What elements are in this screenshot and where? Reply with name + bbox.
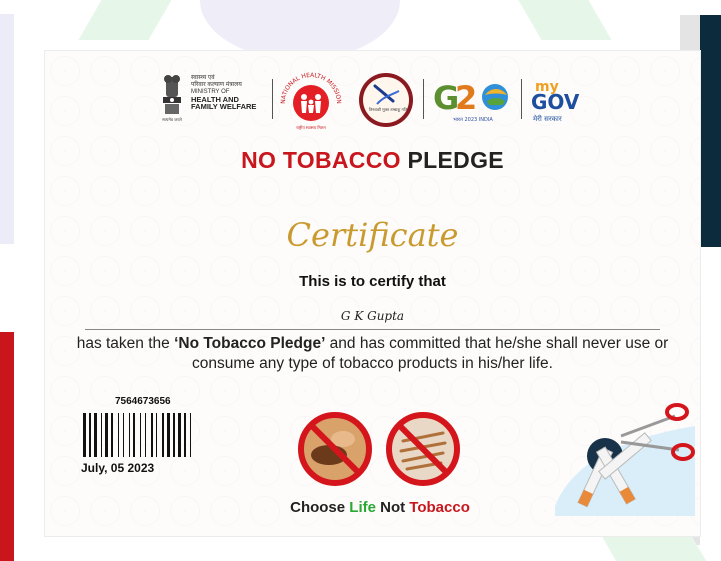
- certificate-number: 7564673656: [115, 396, 171, 407]
- background-panel-left: [0, 14, 14, 244]
- recipient-name: G K Gupta: [340, 309, 405, 323]
- ministry-text: स्वास्थ्य एवं परिवार कल्याण मंत्रालय MIN…: [191, 75, 267, 110]
- mygov-logo-icon: my GOV मेरी सरकार: [531, 79, 580, 123]
- divider: [423, 79, 424, 119]
- tagline-word: Choose: [290, 499, 350, 516]
- no-tobacco-circle-icon: तिरुवकौ मुक्त तम्बाकू गति: [359, 73, 413, 127]
- pledge-text-part1: has taken the: [76, 335, 175, 352]
- g20-logo-icon: G 2 भारत 2023 INDIA: [433, 79, 508, 123]
- background-stripe: [78, 0, 172, 40]
- title-dark: PLEDGE: [407, 147, 504, 173]
- tagline-word: Not: [375, 499, 410, 516]
- nhm-caption: राष्ट्रीय स्वास्थ्य मिशन: [296, 125, 326, 130]
- name-underline: [85, 329, 660, 330]
- certificate-heading: Certificate: [286, 216, 459, 254]
- no-cigarettes-icon: [386, 412, 460, 486]
- ministry-line: FAMILY WELFARE: [191, 102, 257, 111]
- tagline-tobacco: Tobacco: [409, 499, 470, 516]
- page-title: NO TOBACCO PLEDGE: [45, 147, 700, 174]
- divider: [272, 79, 273, 119]
- g20-caption: भारत 2023 INDIA: [453, 117, 493, 123]
- divider: [521, 79, 522, 119]
- ashoka-emblem-icon: सत्यमेव जयते: [162, 75, 183, 122]
- tagline: Choose Life Not Tobacco: [245, 499, 515, 516]
- background-red-bar: [0, 332, 14, 561]
- pledge-statement: has taken the ‘No Tobacco Pledge’ and ha…: [65, 334, 680, 374]
- ministry-line: स्वास्थ्य एवं: [191, 75, 215, 81]
- broken-cigarettes-scissors-icon: [555, 403, 695, 516]
- tagline-life: Life: [349, 499, 376, 516]
- ministry-line: परिवार कल्याण मंत्रालय: [191, 82, 242, 88]
- pledge-name: ‘No Tobacco Pledge’: [174, 335, 326, 352]
- issue-date: July, 05 2023: [81, 461, 155, 475]
- nhm-logo-icon: NATIONAL HEALTH MISSION राष्ट्रीय स्वास्…: [280, 72, 342, 130]
- mygov-gov: GOV: [531, 90, 580, 114]
- pledge-certificate: सत्यमेव जयते स्वास्थ्य एवं परिवार कल्याण…: [44, 50, 701, 537]
- title-red: NO TOBACCO: [241, 147, 401, 173]
- no-chewing-tobacco-icon: [298, 412, 372, 486]
- background-navy-bar: [700, 15, 721, 247]
- emblem-caption: सत्यमेव जयते: [162, 117, 182, 122]
- logo-strip: सत्यमेव जयते स्वास्थ्य एवं परिवार कल्याण…: [155, 69, 595, 131]
- background-stripe: [518, 0, 612, 40]
- svg-text:2: 2: [455, 79, 477, 117]
- mygov-caption: मेरी सरकार: [533, 114, 562, 123]
- certify-text: This is to certify that: [299, 273, 446, 290]
- barcode-icon: [83, 413, 191, 457]
